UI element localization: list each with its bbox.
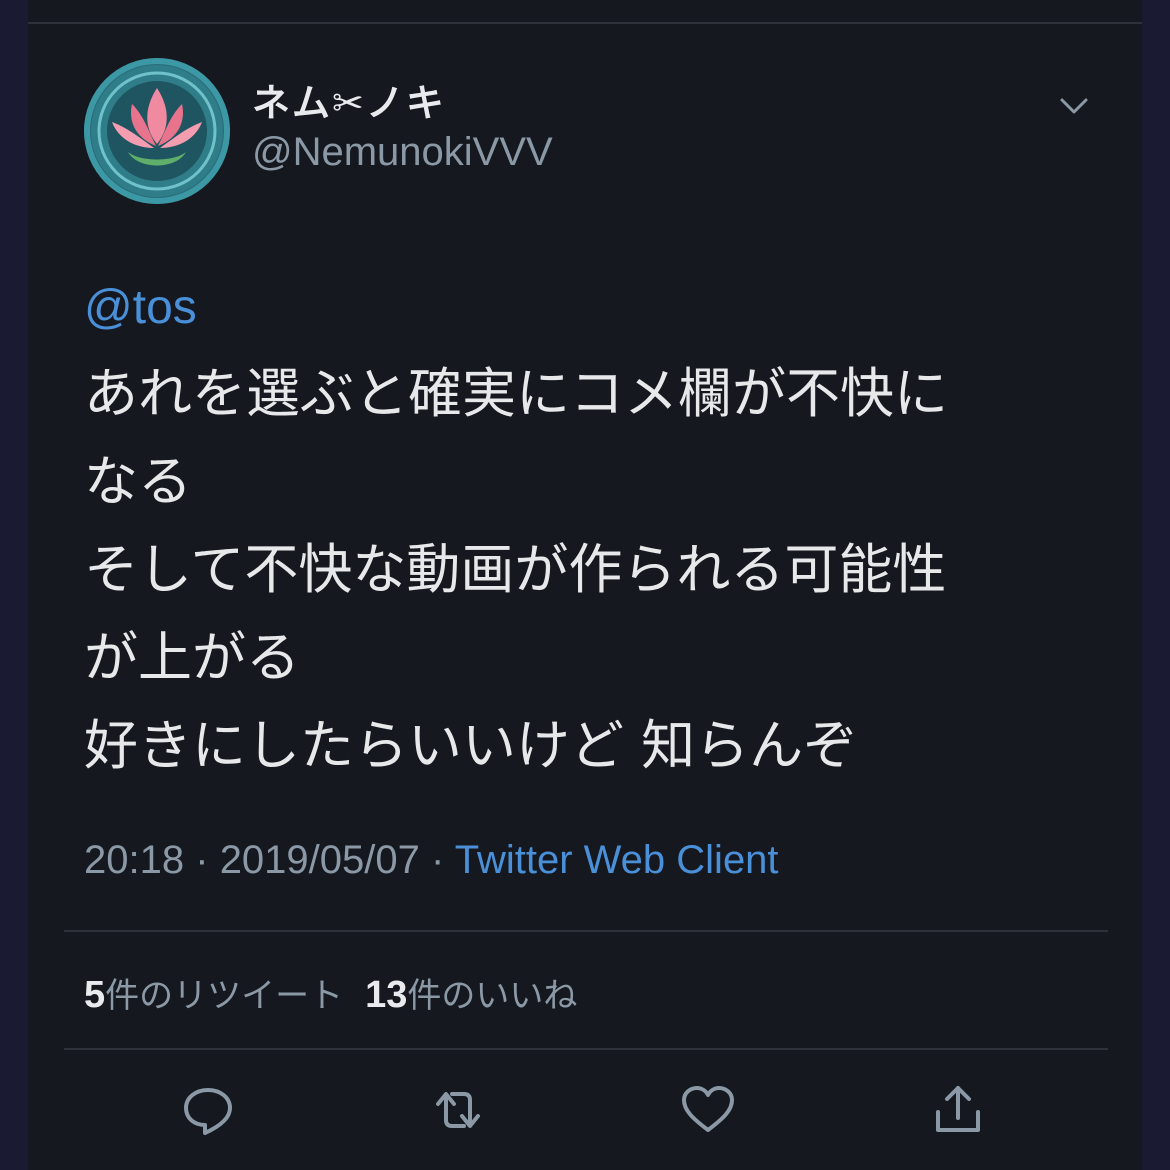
user-handle[interactable]: @NemunokiVVV [252, 130, 553, 175]
share-icon [936, 1086, 980, 1132]
tweet-line: が上がる [84, 626, 300, 689]
retweets-label: 件のリツイート [105, 976, 344, 1016]
retweet-button[interactable] [428, 1080, 488, 1140]
tweet-time[interactable]: 20:18 [84, 838, 184, 882]
retweet-icon [436, 1092, 480, 1128]
divider [64, 930, 1108, 932]
display-name[interactable]: ネム✂ノキ [252, 72, 446, 127]
meta-separator: · [431, 838, 445, 882]
divider [64, 1048, 1108, 1050]
tweet-line: あれを選ぶと確実にコメ欄が不快に [84, 362, 948, 425]
likes-stat[interactable]: 13件のいいね [365, 974, 578, 1016]
retweets-count: 5 [84, 974, 106, 1016]
tweet-stats: 5件のリツイート 13件のいいね [84, 968, 577, 1017]
likes-label: 件のいいね [407, 976, 578, 1016]
client-link[interactable]: Twitter Web Client [455, 838, 779, 882]
like-button[interactable] [678, 1080, 738, 1140]
reply-button[interactable] [178, 1080, 238, 1140]
retweets-stat[interactable]: 5件のリツイート [84, 974, 344, 1016]
tweet-text: あれを選ぶと確実にコメ欄が不快に なる そして不快な動画が作られる可能性 が上が… [84, 350, 1094, 790]
meta-separator: · [195, 838, 209, 882]
share-button[interactable] [928, 1080, 988, 1140]
heart-icon [682, 1086, 734, 1132]
likes-count: 13 [365, 974, 408, 1016]
avatar[interactable] [84, 58, 230, 204]
tweet-date[interactable]: 2019/05/07 [220, 838, 420, 882]
reply-icon [184, 1088, 232, 1135]
lotus-icon [91, 65, 223, 197]
tweet-line: 好きにしたらいいけど 知らんぞ [84, 714, 858, 777]
tweet-line: そして不快な動画が作られる可能性 [84, 538, 947, 601]
top-divider [28, 22, 1142, 24]
tweet-meta: 20:18 · 2019/05/07 · Twitter Web Client [84, 838, 779, 883]
chevron-down-icon[interactable] [1054, 86, 1094, 126]
mention-link[interactable]: @tos [84, 280, 197, 335]
tweet-line: なる [84, 450, 192, 513]
